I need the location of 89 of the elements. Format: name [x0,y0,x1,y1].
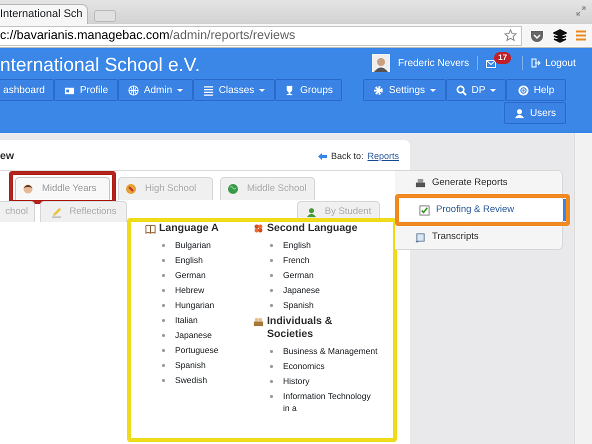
notification-count: 17 [494,52,512,64]
layers-icon[interactable] [553,28,567,42]
subject-link[interactable]: Italian [175,314,198,326]
subject-link[interactable]: Information Technology in a [283,390,378,414]
bullet [162,378,165,382]
sidebar-item[interactable]: Transcripts [395,226,562,248]
nav-button[interactable]: Profile [54,79,118,101]
subject-link[interactable]: Economics [283,360,325,372]
sidebar-item[interactable]: Proofing & Review [399,199,566,221]
subject-link[interactable]: Japanese [283,284,320,296]
section-heading: Second Language [267,222,358,235]
checkbox-icon [419,204,430,216]
nav-button[interactable]: Users [504,102,566,124]
globe-icon [227,183,239,195]
subject-link[interactable]: Portuguese [175,344,218,356]
bullet [270,288,273,292]
subject-link[interactable]: Hebrew [175,284,204,296]
subject-link[interactable]: Business & Management [283,344,378,356]
subject-link[interactable]: Japanese [175,328,212,340]
bullet [162,304,165,306]
printer-icon [415,178,426,188]
globe-icon [128,84,139,96]
subject-link[interactable]: Swedish [175,374,208,386]
subject-link[interactable]: History [283,374,310,386]
school-name: nternational School e.V. [0,55,200,77]
user-icon [514,108,525,118]
nav-button[interactable]: Help [506,79,566,101]
nav-button[interactable]: Settings [363,79,446,101]
bullet [162,288,165,292]
sidebar-item[interactable]: Generate Reports [395,172,562,194]
nav-button[interactable]: Admin [118,79,193,101]
back-arrow-icon [318,153,327,160]
subject-link[interactable]: German [283,268,314,280]
book-icon [145,223,156,234]
bullet [162,334,165,336]
menu-icon[interactable] [576,30,586,41]
people-icon [253,316,264,327]
scrollbar[interactable] [574,133,592,444]
logout-icon [531,58,542,68]
subject-link[interactable]: English [175,254,203,266]
nav-button[interactable]: ashboard [0,79,54,101]
pencil-icon [50,206,62,218]
bullet [162,244,165,246]
star-icon[interactable] [504,29,517,42]
bullet [270,244,273,246]
lifebuoy-icon [518,84,529,96]
avatar-icon [22,183,34,195]
bullet [162,348,165,352]
bullet [270,304,273,306]
mail-icon[interactable] [486,60,496,68]
badge-icon [125,183,137,195]
settings-icon [372,84,384,96]
user-icon [306,206,317,218]
reports-link[interactable]: Reports [368,150,400,164]
nav-button[interactable]: Groups [275,79,342,101]
page-heading: ew [0,149,14,164]
bullet [270,364,273,368]
subject-link[interactable]: English [283,238,311,250]
bullet [270,258,273,262]
nav-button[interactable]: DP [446,79,506,101]
bullet [270,350,273,352]
bullet [162,364,165,366]
scroll-icon [415,232,426,242]
avatar [372,54,390,72]
subject-link[interactable]: Bulgarian [175,238,211,250]
section-heading: Language A [159,222,219,235]
pocket-icon[interactable] [530,30,544,42]
subject-link[interactable]: German [175,268,206,280]
address-field[interactable]: c://bavarianis.managebac.com/admin/reports/reviews [0,26,522,46]
search-icon [456,84,467,96]
bullet [162,318,165,322]
bullet [270,274,273,276]
fullscreen-icon[interactable] [576,6,586,16]
list-icon [202,84,214,96]
subject-link[interactable]: Spanish [283,298,314,310]
subject-link[interactable]: French [283,254,310,266]
bullet [162,258,165,262]
subject-link[interactable]: Spanish [175,358,206,370]
trophy-icon [284,84,296,96]
subject-link[interactable]: Hungarian [175,298,214,310]
nav-button[interactable]: Classes [193,79,275,101]
bullet [270,380,273,382]
logout-link[interactable]: Logout [531,56,576,70]
bullet [270,394,273,398]
user-name-link[interactable]: Frederic Nevers [398,56,470,70]
back-label: Back to: [331,150,364,163]
bullet [162,274,165,276]
section-heading: Individuals & Societies [267,315,334,341]
flower-icon [253,223,264,234]
